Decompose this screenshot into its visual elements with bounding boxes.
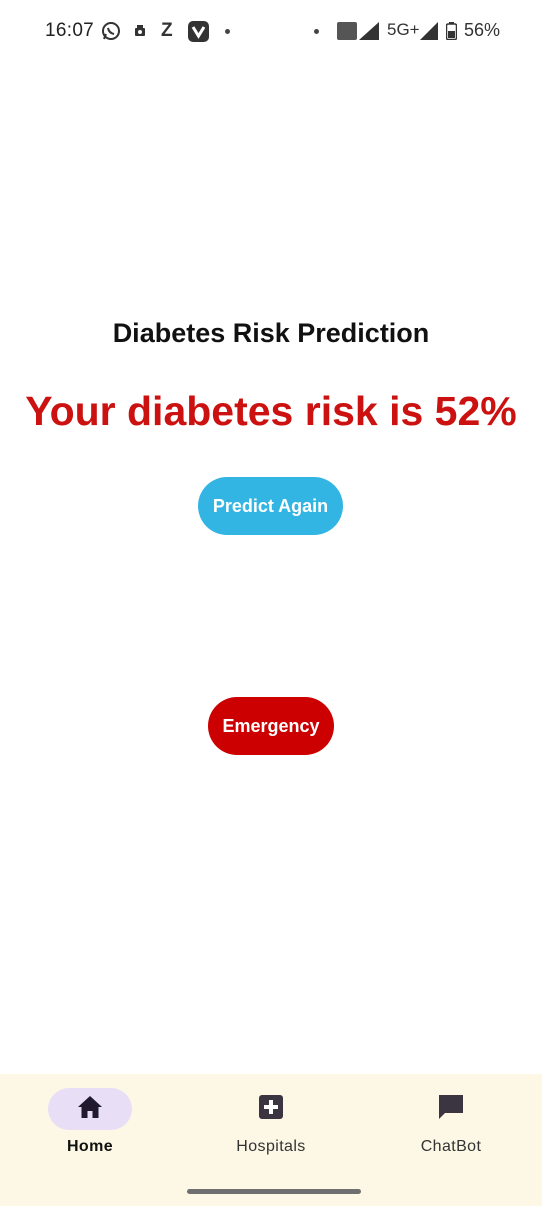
notification-dot [314, 29, 319, 34]
notification-dot [225, 29, 230, 34]
emergency-button[interactable]: Emergency [208, 697, 334, 755]
nav-label-home: Home [66, 1138, 114, 1155]
signal-icon [420, 20, 438, 42]
v-app-icon [188, 20, 209, 42]
camera-icon [134, 20, 146, 42]
vonr-icon [337, 20, 357, 42]
predict-again-button[interactable]: Predict Again [198, 477, 343, 535]
risk-result: Your diabetes risk is 52% [25, 388, 517, 434]
nav-icon-container [229, 1088, 313, 1130]
status-bar: 16:07 Z 5G+ 56% [0, 0, 542, 62]
nav-item-home[interactable]: Home [30, 1088, 150, 1168]
bottom-nav: Home Hospitals ChatBot [0, 1074, 542, 1206]
whatsapp-icon [101, 20, 121, 42]
hospital-icon [259, 1094, 283, 1124]
chat-icon [437, 1093, 465, 1126]
signal-icon [359, 20, 379, 42]
network-type: 5G+ [387, 20, 420, 39]
nav-item-hospitals[interactable]: Hospitals [211, 1088, 331, 1168]
nav-active-indicator [48, 1088, 132, 1130]
page-title: Diabetes Risk Prediction [112, 318, 430, 348]
status-time: 16:07 [45, 20, 95, 41]
nav-label-chatbot: ChatBot [420, 1138, 482, 1155]
z-app-icon: Z [161, 20, 173, 41]
nav-icon-container [409, 1088, 493, 1130]
nav-item-chatbot[interactable]: ChatBot [391, 1088, 511, 1168]
home-icon [77, 1095, 103, 1124]
battery-percent: 56% [464, 20, 501, 40]
battery-icon [446, 20, 457, 42]
gesture-bar[interactable] [187, 1189, 361, 1194]
nav-label-hospitals: Hospitals [236, 1138, 306, 1155]
